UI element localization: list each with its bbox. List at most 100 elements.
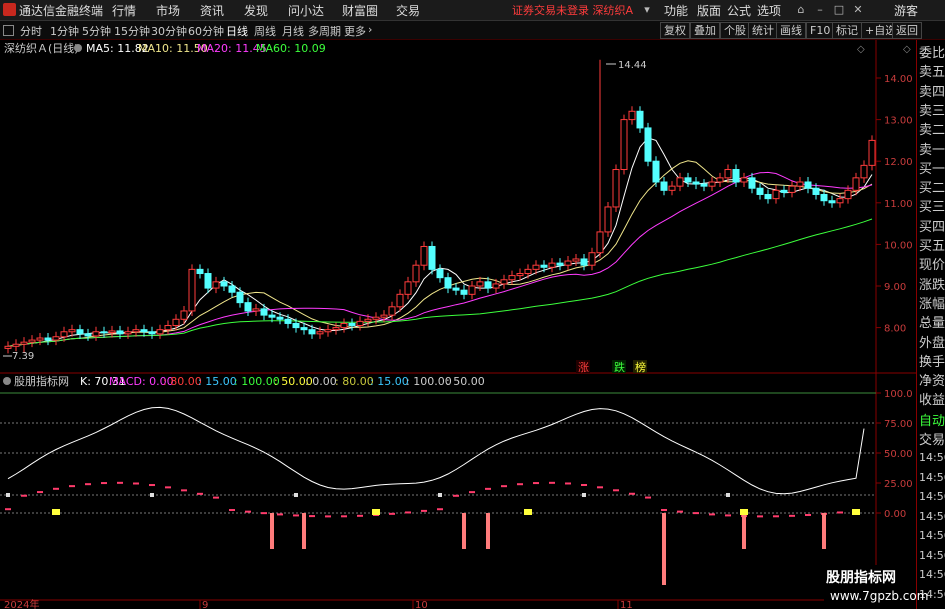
menu-discover[interactable]: 发现 xyxy=(244,2,268,19)
menu-wealth[interactable]: 财富圈 xyxy=(342,2,378,19)
candle-body xyxy=(780,189,788,193)
watermark-line1: 股朋指标网 xyxy=(826,570,896,586)
app-logo-icon xyxy=(3,3,16,16)
signal-dash xyxy=(325,515,331,518)
period-5min[interactable]: 5分钟 xyxy=(82,23,111,39)
btn-overlay[interactable]: 叠加 xyxy=(690,22,720,39)
price-tick-label: 12.00 xyxy=(884,157,913,168)
candle-body xyxy=(580,258,588,266)
diamond-icon-2[interactable]: ◇ xyxy=(903,44,911,55)
menu-formula[interactable]: 公式 xyxy=(727,2,751,19)
signal-bar xyxy=(302,513,306,549)
minimize-icon[interactable]: – xyxy=(813,3,827,16)
candle-body xyxy=(868,139,876,166)
signal-square xyxy=(726,493,730,497)
menu-trade[interactable]: 交易 xyxy=(396,2,420,19)
menu-news[interactable]: 资讯 xyxy=(200,2,224,19)
candle-body xyxy=(356,320,364,327)
guest-label[interactable]: 游客 xyxy=(894,2,918,19)
period-multi[interactable]: 多周期 xyxy=(308,23,341,39)
period-daily[interactable]: 日线 xyxy=(226,23,248,39)
btn-adjust[interactable]: 复权 xyxy=(660,22,690,39)
user-icon[interactable]: ⌂ xyxy=(794,3,808,16)
signal-dash xyxy=(613,489,619,492)
candle-body xyxy=(828,200,836,204)
period-1min[interactable]: 1分钟 xyxy=(50,23,79,39)
candle-body xyxy=(220,281,228,287)
btn-stats[interactable]: 统计 xyxy=(748,22,778,39)
indicator-val-9: : 50.00 xyxy=(446,375,485,388)
candle-body xyxy=(532,264,540,270)
btn-back[interactable]: 返回 xyxy=(892,22,922,39)
candle-body xyxy=(268,314,276,318)
restore-icon[interactable]: □ xyxy=(832,3,846,16)
period-weekly[interactable]: 周线 xyxy=(254,23,276,39)
signal-square xyxy=(582,493,586,497)
watermark: 股朋指标网 www.7gpzb.com xyxy=(824,565,928,609)
signal-dash xyxy=(165,486,171,489)
candle-body xyxy=(12,343,20,347)
menu-layout[interactable]: 版面 xyxy=(697,2,721,19)
price-tick-label: 14.00 xyxy=(884,74,913,85)
settings-dot-icon[interactable] xyxy=(74,44,82,52)
signal-dash xyxy=(69,485,75,488)
btn-stock[interactable]: 个股 xyxy=(720,22,750,39)
quote-field-1: 卖五 xyxy=(919,65,945,81)
down-arrow-icon[interactable]: ▾ xyxy=(640,3,654,16)
signal-square xyxy=(438,493,442,497)
ma5-line xyxy=(7,137,873,347)
signal-dash xyxy=(437,508,443,511)
btn-f10[interactable]: F10 xyxy=(806,22,835,39)
quote-field-2: 卖四 xyxy=(919,84,945,100)
signal-dash xyxy=(709,513,715,516)
menu-market[interactable]: 市场 xyxy=(156,2,180,19)
signal-dash xyxy=(357,514,363,517)
btn-mark[interactable]: 标记 xyxy=(832,22,862,39)
candle-body xyxy=(340,322,348,329)
menu-options[interactable]: 选项 xyxy=(757,2,781,19)
signal-dash xyxy=(277,513,283,516)
signal-dash xyxy=(261,512,267,515)
signal-dash xyxy=(293,514,299,517)
candle-body xyxy=(468,285,476,295)
period-tick[interactable]: 分时 xyxy=(20,23,42,39)
period-60min[interactable]: 60分钟 xyxy=(188,23,224,39)
signal-dash xyxy=(597,486,603,489)
candle-body xyxy=(612,169,620,208)
candle-body xyxy=(668,185,676,191)
rank-marker-text: 榜 xyxy=(635,360,646,374)
chart-area[interactable]: 深纺织Ａ(日线) MA5: 11.82 MA10: 11.50 MA20: 11… xyxy=(0,40,916,609)
xaxis-label-year: 2024年 xyxy=(4,598,39,609)
period-monthly[interactable]: 月线 xyxy=(282,23,304,39)
period-15min[interactable]: 15分钟 xyxy=(114,23,150,39)
trade-time-3: 14:56 xyxy=(919,509,945,523)
menu-quotes[interactable]: 行情 xyxy=(112,2,136,19)
candle-body xyxy=(284,318,292,324)
indicator-tick-label: 100.0 xyxy=(884,389,913,400)
signal-dash xyxy=(501,485,507,488)
candle-body xyxy=(676,177,684,187)
candle-body xyxy=(388,306,396,316)
menu-ask[interactable]: 问小达 xyxy=(288,2,324,19)
indicator-val-7: : 15.00 xyxy=(370,375,409,388)
btn-draw[interactable]: 画线 xyxy=(776,22,806,39)
fall-marker-text: 跌 xyxy=(614,360,625,374)
candle-body xyxy=(76,329,84,335)
candle-body xyxy=(172,318,180,327)
diamond-icon[interactable]: ◇ xyxy=(857,44,865,55)
chevron-right-icon[interactable]: › xyxy=(368,23,372,36)
ma10-line xyxy=(7,160,873,347)
signal-yellow-block xyxy=(740,509,748,515)
signal-square xyxy=(6,493,10,497)
watermark-line2: www.7gpzb.com xyxy=(830,589,929,603)
signal-dash xyxy=(629,492,635,495)
candle-body xyxy=(188,268,196,312)
indicator-settings-icon[interactable] xyxy=(3,377,11,385)
period-more[interactable]: 更多 xyxy=(344,23,366,39)
close-icon[interactable]: ✕ xyxy=(851,3,865,16)
auto-toggle[interactable]: 自动 xyxy=(919,412,945,431)
menu-function[interactable]: 功能 xyxy=(664,2,688,19)
grid-icon[interactable] xyxy=(3,25,14,36)
period-30min[interactable]: 30分钟 xyxy=(151,23,187,39)
trade-button[interactable]: 交易 xyxy=(919,431,945,450)
